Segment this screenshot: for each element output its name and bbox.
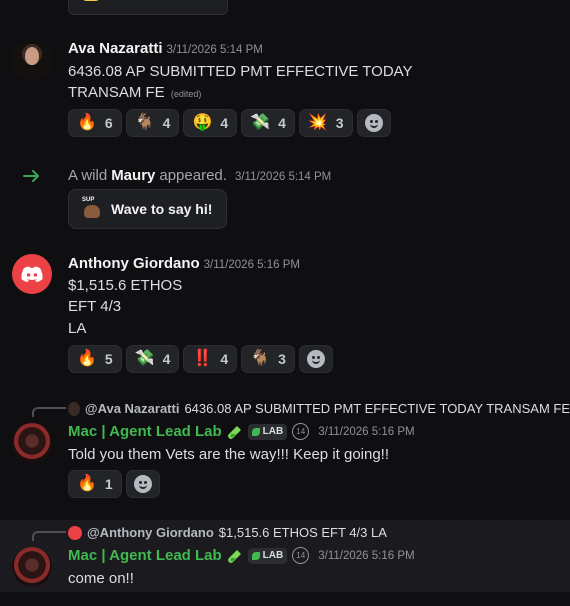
username[interactable]: Anthony Giordano [68,255,200,272]
timestamp: 3/11/2026 5:16 PM [318,425,415,438]
reply-reference[interactable]: @Ava Nazaratti 6436.08 AP SUBMITTED PMT … [68,401,570,416]
guild-badge: 14 [292,423,310,440]
reply-text: $1,515.6 ETHOS EFT 4/3 LA [218,525,387,540]
join-suffix: appeared. [159,167,227,184]
money-wings-icon: 💸 [134,350,155,367]
message-text: LA [68,320,87,337]
collision-icon: 💥 [307,114,328,131]
wave-sticker-icon: SUP [81,197,103,220]
username[interactable]: Maury [111,167,155,184]
reaction-money-wings[interactable]: 💸 4 [125,345,180,373]
fire-icon: 🔥 [77,350,97,367]
reaction-goat[interactable]: 🐐 4 [125,109,180,137]
reaction-count: 6 [104,115,113,131]
reply-connector [32,407,66,417]
leaf-icon [251,427,260,436]
reaction-count: 1 [104,476,113,492]
avatar[interactable] [12,423,52,463]
reaction-fire[interactable]: 🔥 6 [68,109,122,137]
message-header: Mac | Agent Lead Lab LAB 14 3/11/2026 5:… [68,423,415,440]
previous-message-button[interactable] [68,0,228,15]
reaction-count: 3 [335,115,344,131]
username[interactable]: Mac | Agent Lead Lab [68,423,222,440]
message-header: Anthony Giordano 3/11/2026 5:16 PM [68,255,300,272]
add-reaction-button[interactable] [125,470,160,498]
message-text: Told you them Vets are the way!!! Keep i… [68,446,390,463]
avatar[interactable] [12,254,52,294]
sticker-label: SUP [82,197,95,203]
guild-badge: 14 [292,547,310,564]
reaction-bar: 🔥 5 💸 4 ‼️ 4 🐐 3 [68,345,333,373]
username[interactable]: Mac | Agent Lead Lab [68,547,222,564]
reaction-count: 4 [278,115,286,131]
sticker-icon [83,0,99,1]
reaction-fire[interactable]: 🔥 1 [68,470,122,498]
goat-icon: 🐐 [250,350,271,367]
timestamp: 3/11/2026 5:16 PM [203,259,300,271]
arrow-right-icon [23,170,39,182]
join-message: A wild Maury appeared. 3/11/2026 5:14 PM [68,167,331,184]
reply-reference[interactable]: @Anthony Giordano $1,515.6 ETHOS EFT 4/3… [68,525,387,540]
reaction-bar: 🔥 6 🐐 4 🤑 4 💸 4 💥 3 [68,109,391,137]
wave-button[interactable]: SUP Wave to say hi! [68,189,228,229]
reaction-goat[interactable]: 🐐 3 [241,345,295,373]
reaction-collision[interactable]: 💥 3 [298,109,353,137]
reply-avatar [68,525,82,540]
reaction-count: 4 [162,115,171,131]
message-text-line: TRANSAM FE (edited) [68,82,201,105]
message-text: come on!! [68,570,134,587]
reaction-double-exclamation[interactable]: ‼️ 4 [183,345,238,373]
reply-text: 6436.08 AP SUBMITTED PMT EFFECTIVE TODAY… [184,401,570,416]
money-face-icon: 🤑 [192,114,213,131]
message-text: 6436.08 AP SUBMITTED PMT EFFECTIVE TODAY [68,63,413,80]
smiley-icon [133,475,152,493]
server-tag[interactable]: LAB [247,423,288,440]
reaction-count: 4 [220,115,229,131]
message-header: Ava Nazaratti 3/11/2026 5:14 PM [68,40,263,57]
add-reaction-button[interactable] [356,109,391,137]
timestamp: 3/11/2026 5:14 PM [234,171,332,183]
tag-label: LAB [262,426,284,437]
reply-connector [32,531,66,541]
double-exclamation-icon: ‼️ [192,350,213,367]
message-header: Mac | Agent Lead Lab LAB 14 3/11/2026 5:… [68,547,415,564]
username[interactable]: Ava Nazaratti [68,40,162,57]
server-tag[interactable]: LAB [247,547,288,564]
timestamp: 3/11/2026 5:16 PM [318,549,415,562]
timestamp: 3/11/2026 5:14 PM [166,44,263,56]
reaction-money-face[interactable]: 🤑 4 [183,109,238,137]
reply-avatar [68,401,80,416]
smiley-icon [364,114,383,132]
add-reaction-button[interactable] [298,345,333,373]
fire-icon: 🔥 [77,475,97,492]
discord-icon [21,266,43,282]
reaction-bar: 🔥 1 [68,470,160,498]
money-wings-icon: 💸 [250,114,271,131]
message-text: TRANSAM FE [68,84,165,101]
reaction-count: 5 [104,351,113,367]
leaf-icon [251,551,260,560]
avatar[interactable] [12,547,52,587]
reaction-money-wings[interactable]: 💸 4 [241,109,295,137]
tag-label: LAB [262,550,284,561]
reaction-count: 4 [162,351,171,367]
message-text: EFT 4/3 [68,298,122,315]
reply-username: @Ava Nazaratti [84,401,180,416]
test-tube-icon [227,425,241,439]
reply-username: @Anthony Giordano [87,525,214,540]
reaction-fire[interactable]: 🔥 5 [68,345,122,373]
reaction-count: 3 [278,351,286,367]
fire-icon: 🔥 [77,114,97,131]
edited-label: (edited) [170,89,202,99]
wave-label: Wave to say hi! [111,201,213,217]
smiley-icon [306,350,325,368]
goat-icon: 🐐 [134,114,155,131]
test-tube-icon [227,549,241,563]
avatar[interactable] [12,40,52,80]
message-text: $1,515.6 ETHOS [68,277,183,294]
join-prefix: A wild [68,167,108,184]
reaction-count: 4 [220,351,229,367]
